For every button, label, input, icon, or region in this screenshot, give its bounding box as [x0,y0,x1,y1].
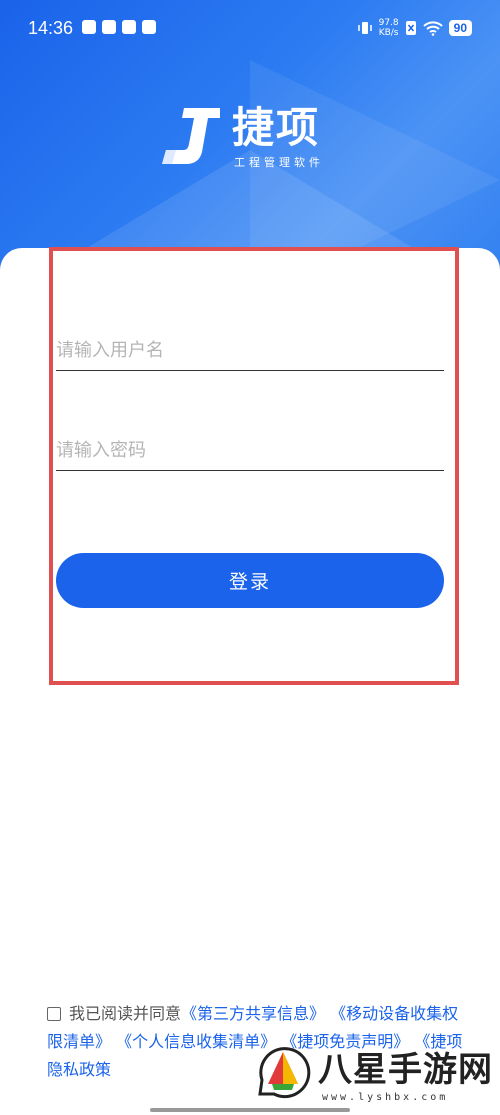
watermark: 八星手游网 www.lyshbx.com [252,1040,500,1115]
home-indicator[interactable] [150,1108,350,1112]
agree-prefix: 我已阅读并同意 [69,1004,182,1023]
wifi-icon [422,21,443,36]
highlight-box [49,247,459,685]
app-icon [142,20,156,34]
sim-off-icon [405,21,416,35]
net-speed-unit: KB/s [378,28,399,38]
net-speed-value: 97.8 [378,18,399,28]
logo-j-icon [162,108,220,164]
agree-checkbox[interactable] [47,1007,61,1021]
link-third-party-sharing[interactable]: 《第三方共享信息》 [181,1004,325,1023]
watermark-url: www.lyshbx.com [322,1092,449,1103]
status-app-icons [82,20,156,34]
status-bar: 14:36 97.8 KB/s 90 [0,0,500,60]
status-right: 97.8 KB/s 90 [357,18,472,38]
tiktok-icon [82,20,96,34]
battery-level: 90 [448,20,472,36]
mail-icon [122,20,136,34]
link-icon [102,20,116,34]
app-logo: 捷项 工程管理软件 [158,106,348,170]
net-speed: 97.8 KB/s [379,18,399,38]
brand-subtitle: 工程管理软件 [234,156,324,169]
vibrate-icon [357,22,372,34]
watermark-logo-icon [258,1047,311,1099]
watermark-brand: 八星手游网 [318,1050,493,1090]
status-time: 14:36 [28,18,74,38]
brand-name: 捷项 [232,103,321,152]
